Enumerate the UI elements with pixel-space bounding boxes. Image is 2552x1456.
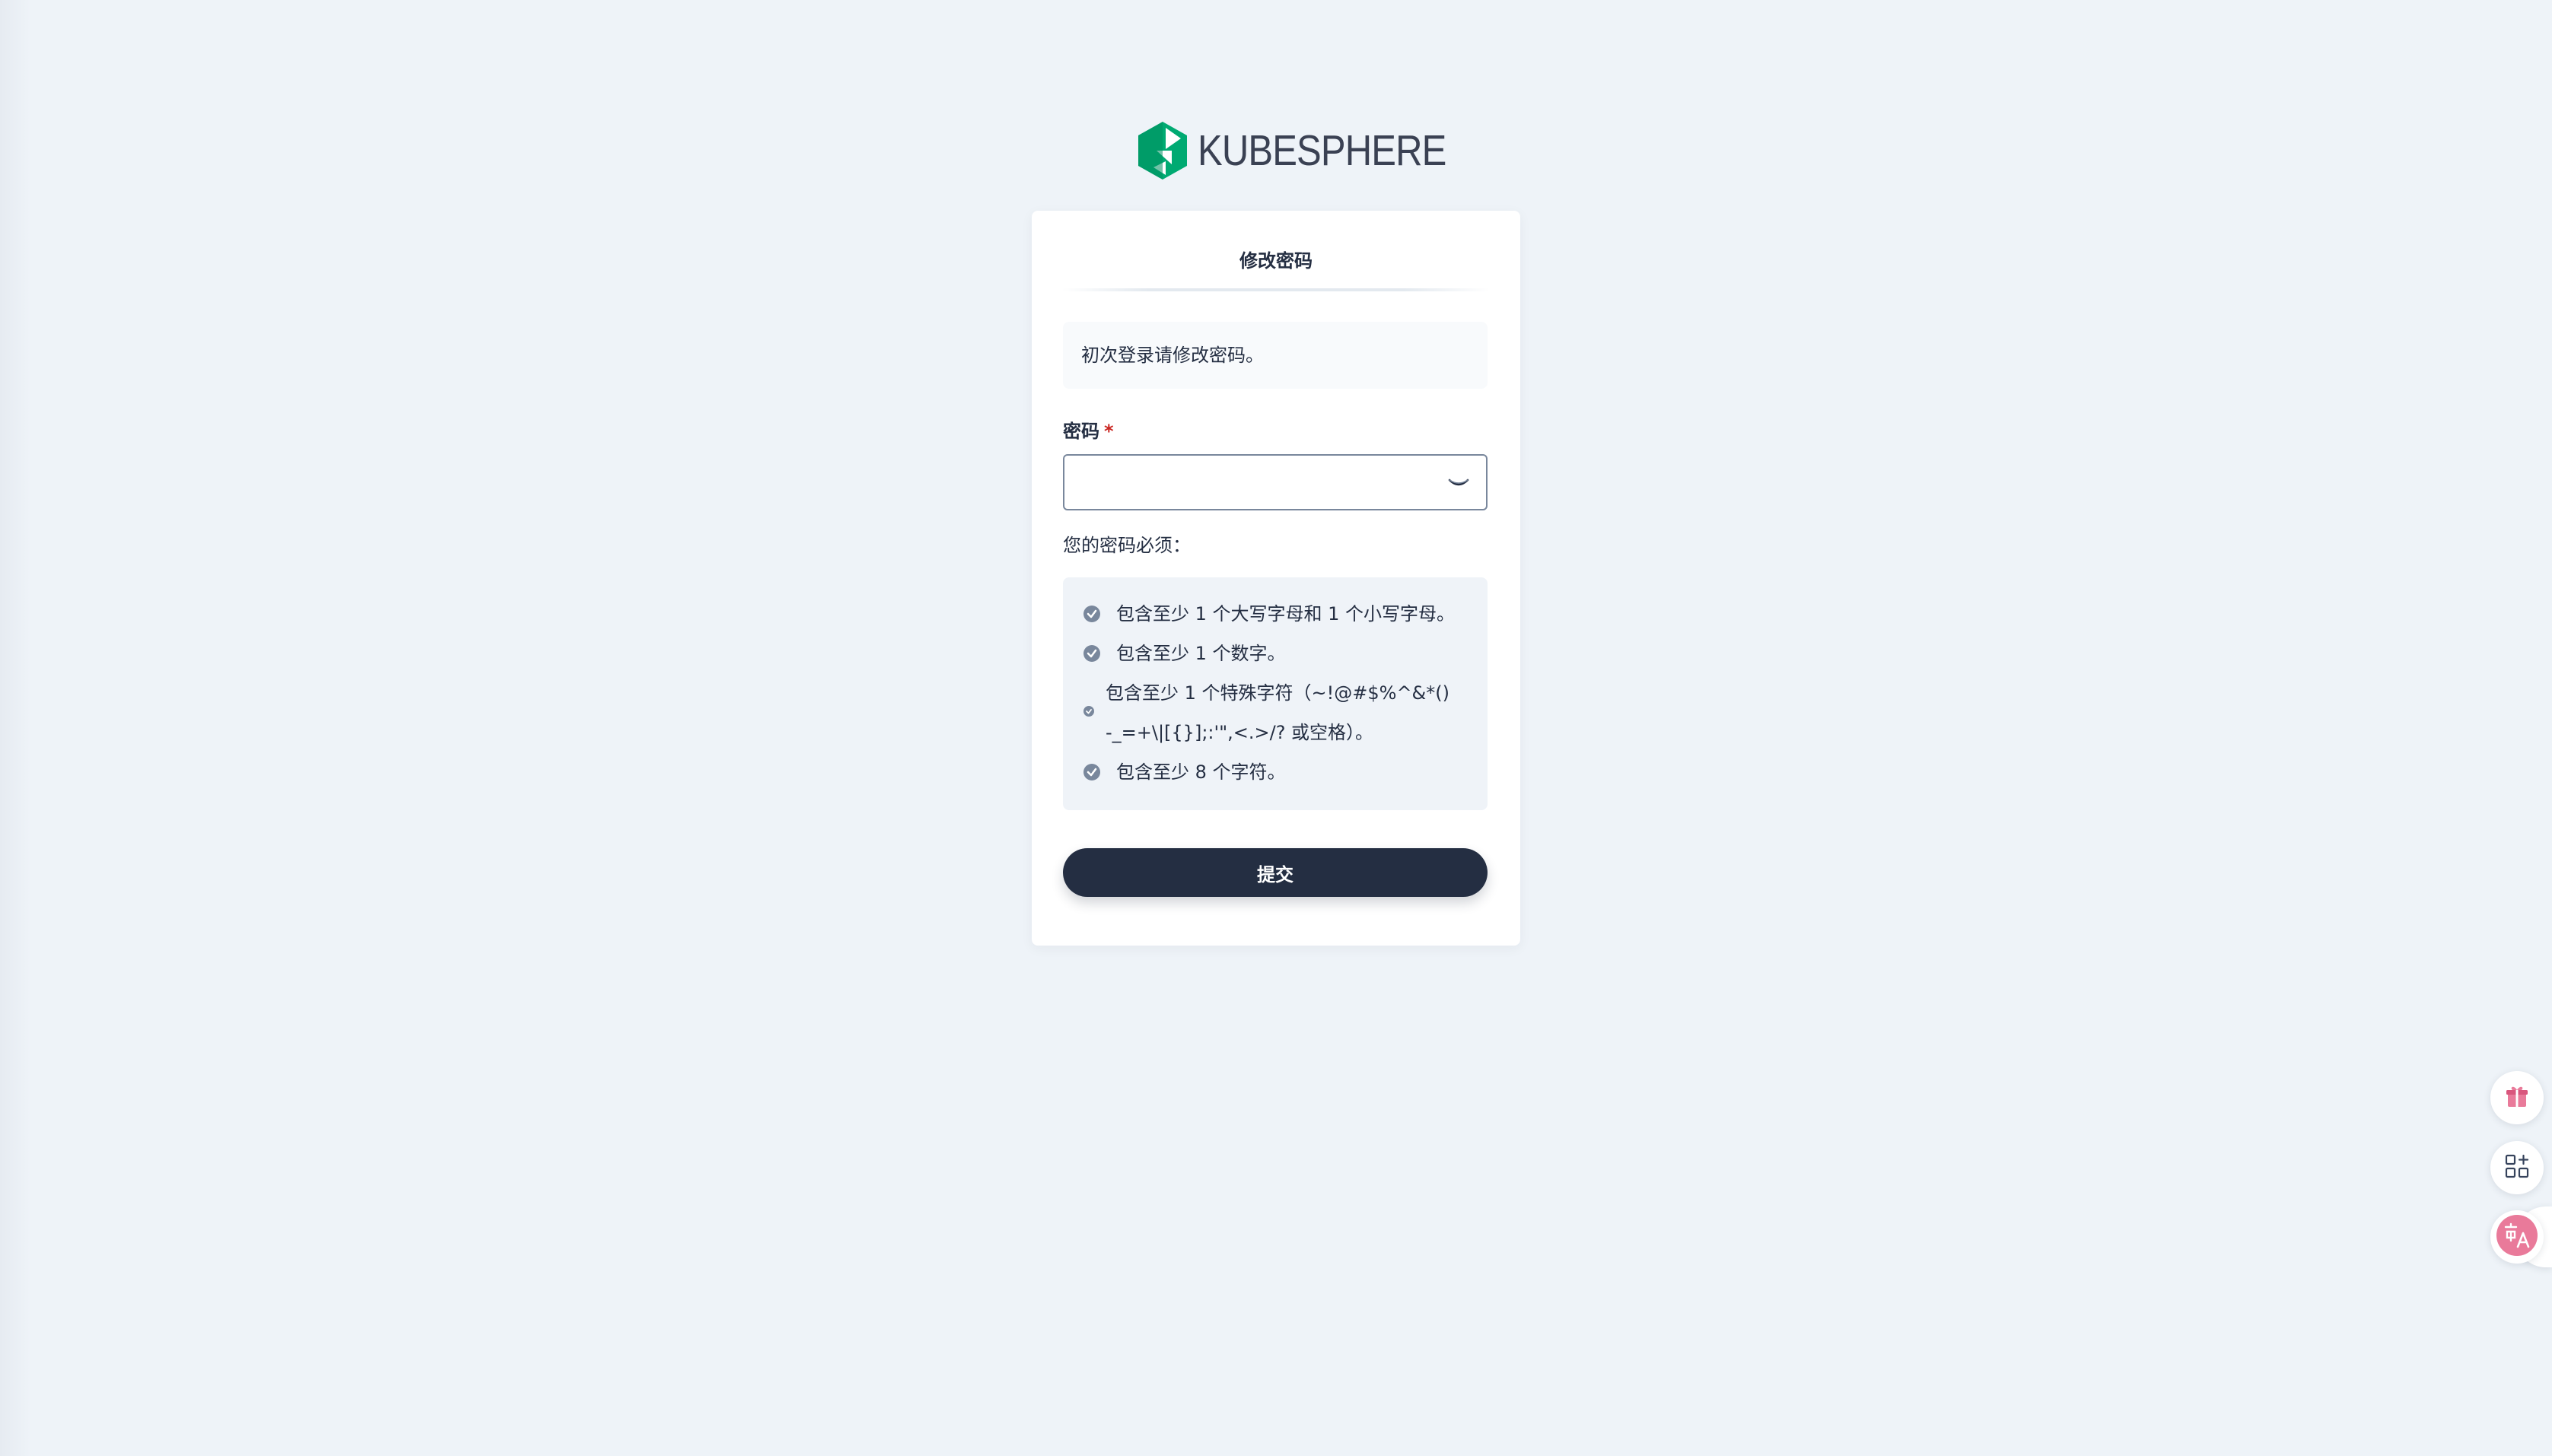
- rule-digit: 包含至少 1 个数字。: [1083, 634, 1286, 676]
- password-input[interactable]: [1075, 463, 1436, 503]
- password-rules-box: 包含至少 1 个大写字母和 1 个小写字母。 包含至少 1 个数字。 包含至少 …: [1063, 577, 1488, 810]
- check-circle-icon: [1083, 702, 1095, 725]
- rule-text: 包含至少 8 个字符。: [1116, 761, 1286, 783]
- kubesphere-logo-icon: [1138, 122, 1187, 180]
- gift-icon: [2503, 1082, 2531, 1113]
- password-field[interactable]: [1063, 454, 1488, 510]
- check-circle-icon: [1083, 635, 1101, 676]
- title-divider: [1062, 288, 1490, 291]
- rule-case-letters: 包含至少 1 个大写字母和 1 个小写字母。: [1083, 594, 1455, 637]
- check-circle-icon: [1083, 596, 1101, 637]
- kubesphere-logo: KUBESPHERE: [1138, 122, 1487, 180]
- password-rules-title: 您的密码必须：: [1063, 535, 1191, 556]
- check-circle-icon: [1083, 754, 1101, 795]
- change-password-card: 修改密码 初次登录请修改密码。 密码 * 您的密码必须： 包含至少 1 个大写字母…: [1032, 211, 1520, 946]
- gift-button[interactable]: [2490, 1071, 2544, 1124]
- logo-wordmark: KUBESPHERE: [1198, 126, 1446, 175]
- rule-length: 包含至少 8 个字符。: [1083, 752, 1286, 795]
- first-login-notice: 初次登录请修改密码。: [1063, 322, 1488, 389]
- language-switch-button[interactable]: [2490, 1210, 2544, 1264]
- password-label: 密码 *: [1063, 416, 1114, 443]
- translate-icon: [2496, 1215, 2538, 1259]
- password-label-text: 密码: [1063, 421, 1099, 442]
- required-mark: *: [1104, 421, 1114, 442]
- rule-special-char: 包含至少 1 个特殊字符（~!@#$%^&*()-_=+\|[{}];:'",<…: [1083, 673, 1463, 752]
- eye-closed-icon[interactable]: [1446, 474, 1471, 492]
- apps-add-icon: [2503, 1152, 2531, 1183]
- rule-text: 包含至少 1 个大写字母和 1 个小写字母。: [1116, 603, 1456, 625]
- rule-text: 包含至少 1 个特殊字符（~!@#$%^&*()-_=+\|[{}];:'",<…: [1106, 682, 1449, 743]
- add-app-button[interactable]: [2490, 1141, 2544, 1194]
- submit-button[interactable]: 提交: [1063, 848, 1488, 897]
- rule-text: 包含至少 1 个数字。: [1116, 643, 1286, 664]
- card-title: 修改密码: [1239, 250, 1313, 272]
